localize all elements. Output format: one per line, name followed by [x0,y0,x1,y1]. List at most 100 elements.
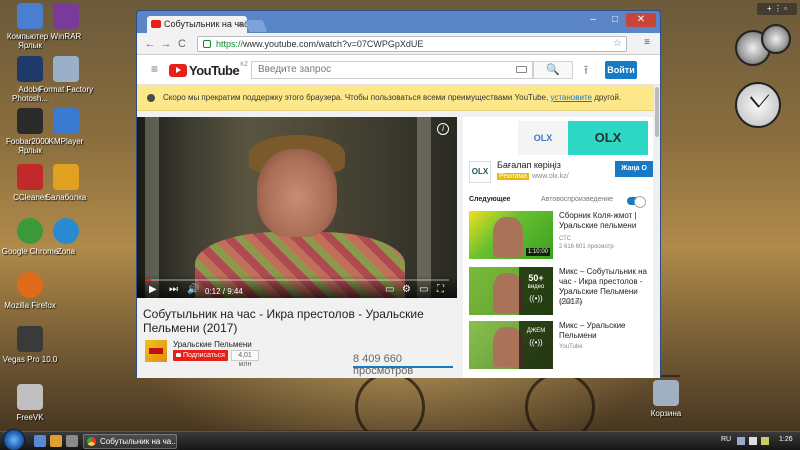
subtitles-icon[interactable]: ▭ [385,284,394,296]
youtube-logo[interactable]: YouTube KZ [169,62,248,78]
search-button[interactable]: 🔍 [533,61,573,79]
ad-logo[interactable]: OLX [469,161,491,183]
mix-overlay: ДЖЕМ ((•)) [519,321,553,369]
zona-icon [53,218,79,244]
recommendation-thumbnail[interactable]: 1:10:00 [469,211,553,259]
desktop-icon-recycle-bin[interactable]: Корзина [636,380,696,418]
video-player[interactable]: i ▶ ⏭ 🔊 0:12 / 9:44 ▭ ⚙ ▭ ⛶ [137,117,457,298]
recommendation-item[interactable]: ДЖЕМ ((•)) Микс – Уральские Пельмени You… [469,321,653,373]
ad-card[interactable]: OLX OLX OLX Бағалап көріңіз Реклама www.o… [463,117,653,189]
browser-support-banner: Скоро мы прекратим поддержку этого брауз… [137,85,654,111]
youtube-favicon-icon [151,20,161,28]
desktop-icon-zona[interactable]: Zona [36,218,96,256]
keyboard-icon[interactable] [516,66,527,73]
recommendation-item[interactable]: 50+ видео ((•)) Микс – Собутыльник на ча… [469,267,653,319]
taskbar-chrome-item[interactable]: Собутыльник на ча... [83,434,177,449]
info-icon [147,94,155,102]
quicklaunch-expand-icon[interactable] [66,435,78,447]
channel-name[interactable]: Уральские Пельмени [173,340,252,349]
ad-banner-right: OLX [568,121,648,155]
sign-in-button[interactable]: Войти [605,61,637,79]
url-text: www.youtube.com/watch?v=07CWPGpXdUE [243,39,424,49]
start-button[interactable] [3,429,25,450]
quicklaunch-desktop-icon[interactable] [34,435,46,447]
window-controls: – □ ✕ [582,13,656,27]
youtube-logo-text: YouTube [189,62,240,78]
subscribe-button[interactable]: Подписаться [173,350,228,361]
recommendation-title[interactable]: Сборник Коля-жмот | Уральские пельмени [559,211,653,231]
view-count: 8 409 660 просмотров [353,353,414,377]
format-factory-icon [53,56,79,82]
recommendation-title[interactable]: Микс – Уральские Пельмени [559,321,653,341]
new-tab-button[interactable] [244,20,268,32]
ad-banner-image[interactable]: OLX OLX [518,121,648,155]
tab-title: Собутыльник на час [164,19,247,29]
banner-install-link[interactable]: установите [550,93,592,102]
page-scrollbar[interactable] [654,85,660,378]
ad-cta-button[interactable]: Жаңа О [615,161,653,177]
bookmark-star-icon[interactable]: ☆ [613,37,622,51]
recommendation-channel: YouTube [559,300,583,306]
winrar-icon [53,3,79,29]
desktop-icon-freevk[interactable]: FreeVK [0,384,60,422]
back-button[interactable]: ← [143,37,157,51]
tray-flag-icon[interactable] [761,437,769,445]
quicklaunch-explorer-icon[interactable] [50,435,62,447]
desktop-icon-format-factory[interactable]: Format Factory [36,56,96,94]
backdrop-pillar [145,117,159,298]
close-button[interactable]: ✕ [626,13,656,27]
desktop-icon-winrar[interactable]: WinRAR [36,3,96,41]
recommendation-thumbnail[interactable]: ДЖЕМ ((•)) [469,321,553,369]
video-duration: 1:10:00 [525,248,550,256]
browser-tab[interactable]: Собутыльник на час × [147,16,247,33]
recommendation-thumbnail[interactable]: 50+ видео ((•)) [469,267,553,315]
volume-icon[interactable]: 🔊 [187,284,199,296]
ad-domain: www.olx.kz/ [532,173,569,180]
play-icon[interactable]: ▶ [149,284,157,296]
desktop-icon-firefox[interactable]: Mozilla Firefox [0,272,60,310]
tray-speaker-icon[interactable] [749,437,757,445]
window-titlebar[interactable]: Собутыльник на час × – □ ✕ [137,11,660,33]
youtube-header: ≡ YouTube KZ Введите запрос 🔍 ⭱ Войти [137,55,660,85]
youtube-page: ≡ YouTube KZ Введите запрос 🔍 ⭱ Войти Ск… [137,55,660,378]
address-bar[interactable]: https://www.youtube.com/watch?v=07CWPGpX… [197,36,627,52]
progress-fill [145,279,152,281]
desktop-icon-vegas[interactable]: Vegas Pro 10.0 [0,326,60,364]
settings-gear-icon[interactable]: ⚙ [402,284,411,296]
channel-avatar[interactable] [145,340,167,362]
tab-close-icon[interactable]: × [238,16,243,33]
mix-overlay: 50+ видео ((•)) [519,267,553,315]
tray-clock[interactable]: 1:26 [779,436,793,443]
ad-banner-left: OLX [518,121,568,155]
mix-label: видео [527,284,545,290]
search-input[interactable]: Введите запрос [251,61,533,79]
recommendation-item[interactable]: 1:10:00 Сборник Коля-жмот | Уральские пе… [469,211,653,263]
tray-network-icon[interactable] [737,437,745,445]
ad-title[interactable]: Бағалап көріңіз [497,160,561,170]
language-indicator[interactable]: RU [721,436,731,443]
chrome-window: Собутыльник на час × – □ ✕ ← → C https:/… [136,10,661,378]
desktop-icon-kmplayer[interactable]: KMPlayer [36,108,96,146]
reload-button[interactable]: C [175,37,189,51]
scrollbar-thumb[interactable] [655,87,659,137]
subscriber-count: 4,01 млн [231,350,259,368]
fullscreen-icon[interactable]: ⛶ [437,284,444,296]
video-info-icon[interactable]: i [437,123,449,135]
guide-menu-icon[interactable]: ≡ [151,63,158,75]
desktop-icon-balabolka[interactable]: Балаболка [36,164,96,202]
freevk-icon [17,384,43,410]
minimize-button[interactable]: – [582,13,604,27]
lock-icon [203,40,211,48]
banner-tail: другой. [591,93,622,102]
gadget-toolbar[interactable]: + ⋮ ▫ [757,3,797,15]
chrome-menu-icon[interactable]: ≡ [642,37,652,49]
upload-icon[interactable]: ⭱ [580,63,592,77]
theater-mode-icon[interactable]: ▭ [419,284,428,296]
recommendation-channel: YouTube [559,344,583,350]
progress-bar[interactable] [145,279,449,281]
browser-toolbar: ← → C https://www.youtube.com/watch?v=07… [137,33,660,55]
forward-button[interactable]: → [159,37,173,51]
next-video-icon[interactable]: ⏭ [169,284,178,296]
autoplay-toggle[interactable] [627,196,646,208]
maximize-button[interactable]: □ [604,13,626,27]
